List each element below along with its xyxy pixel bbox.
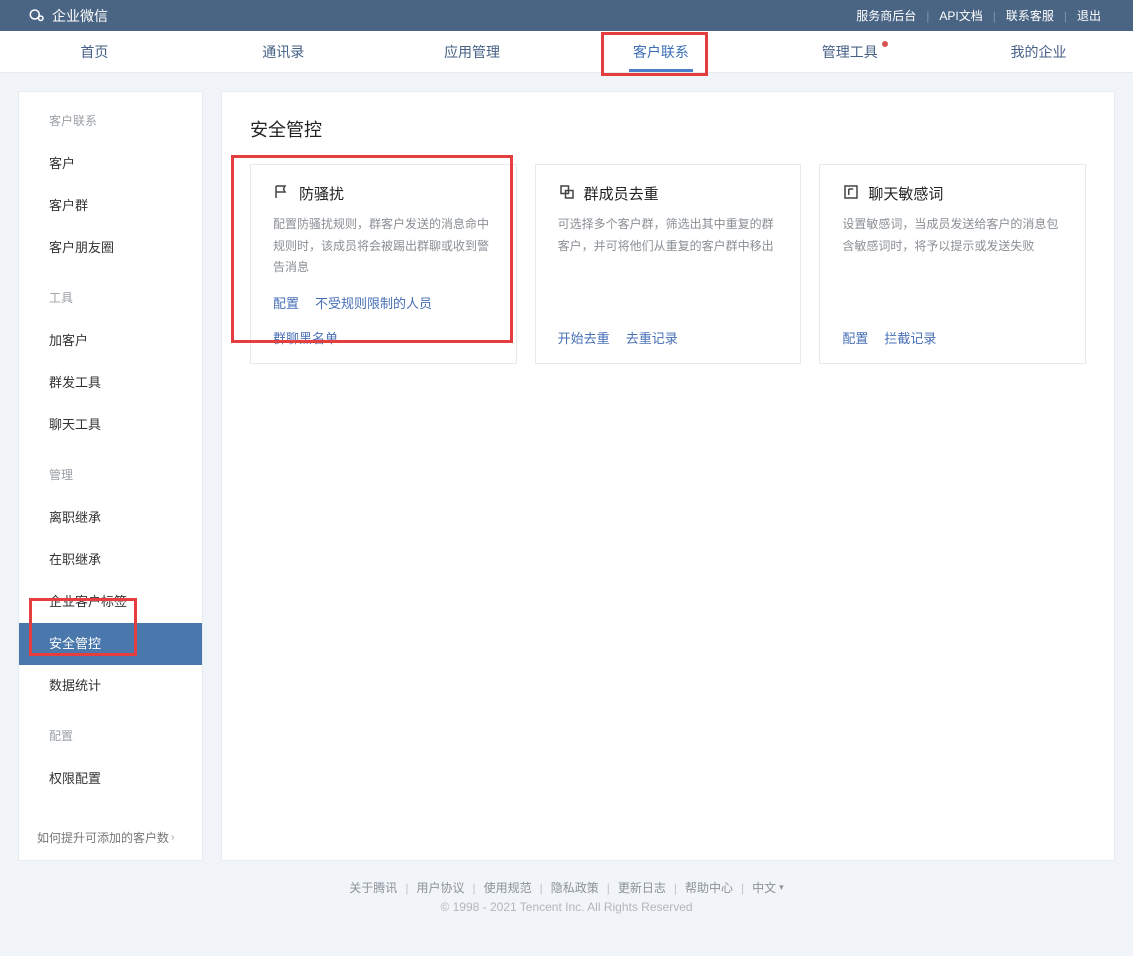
nav-item-2[interactable]: 应用管理 [378, 31, 567, 72]
sidebar-item-1-0[interactable]: 加客户 [19, 320, 202, 362]
card-desc-0: 配置防骚扰规则，群客户发送的消息命中规则时，该成员将会被踢出群聊或收到警告消息 [273, 214, 494, 279]
footer-link-4[interactable]: 更新日志 [618, 881, 666, 895]
nav-item-3[interactable]: 客户联系 [566, 31, 755, 72]
sidebar-item-2-2[interactable]: 企业客户标签 [19, 581, 202, 623]
card-title-0: 防骚扰 [299, 183, 344, 204]
sidebar-item-2-0[interactable]: 离职继承 [19, 497, 202, 539]
sidebar-item-2-3[interactable]: 安全管控 [19, 623, 202, 665]
card-action-1-0[interactable]: 开始去重 [558, 328, 610, 347]
chevron-right-icon: › [171, 832, 174, 843]
sidebar-item-0-2[interactable]: 客户朋友圈 [19, 227, 202, 269]
link-contact[interactable]: 联系客服 [1002, 7, 1058, 24]
footer-link-3[interactable]: 隐私政策 [551, 881, 599, 895]
copyright: © 1998 - 2021 Tencent Inc. All Rights Re… [0, 900, 1133, 914]
flag-icon [273, 183, 291, 204]
card-action-0-2[interactable]: 群聊黑名单 [273, 328, 338, 347]
card-action-0-1[interactable]: 不受规则限制的人员 [315, 293, 432, 312]
sidebar-bottom-link[interactable]: 如何提升可添加的客户数 › [37, 829, 174, 846]
card-action-2-1[interactable]: 拦截记录 [884, 328, 936, 347]
card-0: 防骚扰配置防骚扰规则，群客户发送的消息命中规则时，该成员将会被踢出群聊或收到警告… [250, 164, 517, 364]
chevron-down-icon: ▾ [779, 882, 784, 893]
sidebar-item-1-1[interactable]: 群发工具 [19, 362, 202, 404]
logo-icon [28, 7, 46, 25]
dedupe-icon [558, 183, 576, 204]
footer: 关于腾讯|用户协议|使用规范|隐私政策|更新日志|帮助中心|中文▾ © 1998… [0, 871, 1133, 934]
card-action-1-1[interactable]: 去重记录 [626, 328, 678, 347]
sidebar-group-title-0: 客户联系 [19, 112, 202, 129]
sidebar-item-1-2[interactable]: 聊天工具 [19, 404, 202, 446]
sidebar-item-0-0[interactable]: 客户 [19, 143, 202, 185]
sensitive-icon [842, 183, 860, 204]
nav-item-0[interactable]: 首页 [0, 31, 189, 72]
sidebar-bottom-text: 如何提升可添加的客户数 [37, 829, 169, 846]
sidebar-group-title-3: 配置 [19, 727, 202, 744]
link-api[interactable]: API文档 [935, 7, 986, 24]
brand: 企业微信 [28, 6, 108, 26]
nav-item-4[interactable]: 管理工具 [755, 31, 944, 72]
page-title: 安全管控 [250, 116, 1086, 142]
sidebar-group-title-1: 工具 [19, 289, 202, 306]
notification-dot-icon [882, 41, 888, 47]
footer-link-1[interactable]: 用户协议 [416, 881, 464, 895]
footer-language-selector[interactable]: 中文▾ [752, 879, 784, 896]
card-title-1: 群成员去重 [584, 183, 659, 204]
card-desc-1: 可选择多个客户群，筛选出其中重复的群客户，并可将他们从重复的客户群中移出 [558, 214, 779, 314]
nav-item-5[interactable]: 我的企业 [944, 31, 1133, 72]
footer-link-5[interactable]: 帮助中心 [685, 881, 733, 895]
top-bar: 企业微信 服务商后台| API文档| 联系客服| 退出 [0, 0, 1133, 31]
sidebar-item-0-1[interactable]: 客户群 [19, 185, 202, 227]
card-title-2: 聊天敏感词 [868, 183, 943, 204]
link-provider[interactable]: 服务商后台 [852, 7, 920, 24]
card-action-2-0[interactable]: 配置 [842, 328, 868, 347]
sidebar-group-title-2: 管理 [19, 466, 202, 483]
footer-link-2[interactable]: 使用规范 [484, 881, 532, 895]
main-panel: 安全管控 防骚扰配置防骚扰规则，群客户发送的消息命中规则时，该成员将会被踢出群聊… [221, 91, 1115, 861]
sidebar-item-2-4[interactable]: 数据统计 [19, 665, 202, 707]
card-2: 聊天敏感词设置敏感词，当成员发送给客户的消息包含敏感词时，将予以提示或发送失败配… [819, 164, 1086, 364]
sidebar: 客户联系客户客户群客户朋友圈工具加客户群发工具聊天工具管理离职继承在职继承企业客… [18, 91, 203, 861]
sidebar-item-3-0[interactable]: 权限配置 [19, 758, 202, 800]
top-links: 服务商后台| API文档| 联系客服| 退出 [852, 7, 1105, 24]
card-action-0-0[interactable]: 配置 [273, 293, 299, 312]
main-nav: 首页通讯录应用管理客户联系管理工具我的企业 [0, 31, 1133, 73]
link-logout[interactable]: 退出 [1073, 7, 1105, 24]
sidebar-item-2-1[interactable]: 在职继承 [19, 539, 202, 581]
brand-text: 企业微信 [52, 6, 108, 26]
footer-link-0[interactable]: 关于腾讯 [349, 881, 397, 895]
card-1: 群成员去重可选择多个客户群，筛选出其中重复的群客户，并可将他们从重复的客户群中移… [535, 164, 802, 364]
nav-item-1[interactable]: 通讯录 [189, 31, 378, 72]
card-desc-2: 设置敏感词，当成员发送给客户的消息包含敏感词时，将予以提示或发送失败 [842, 214, 1063, 314]
